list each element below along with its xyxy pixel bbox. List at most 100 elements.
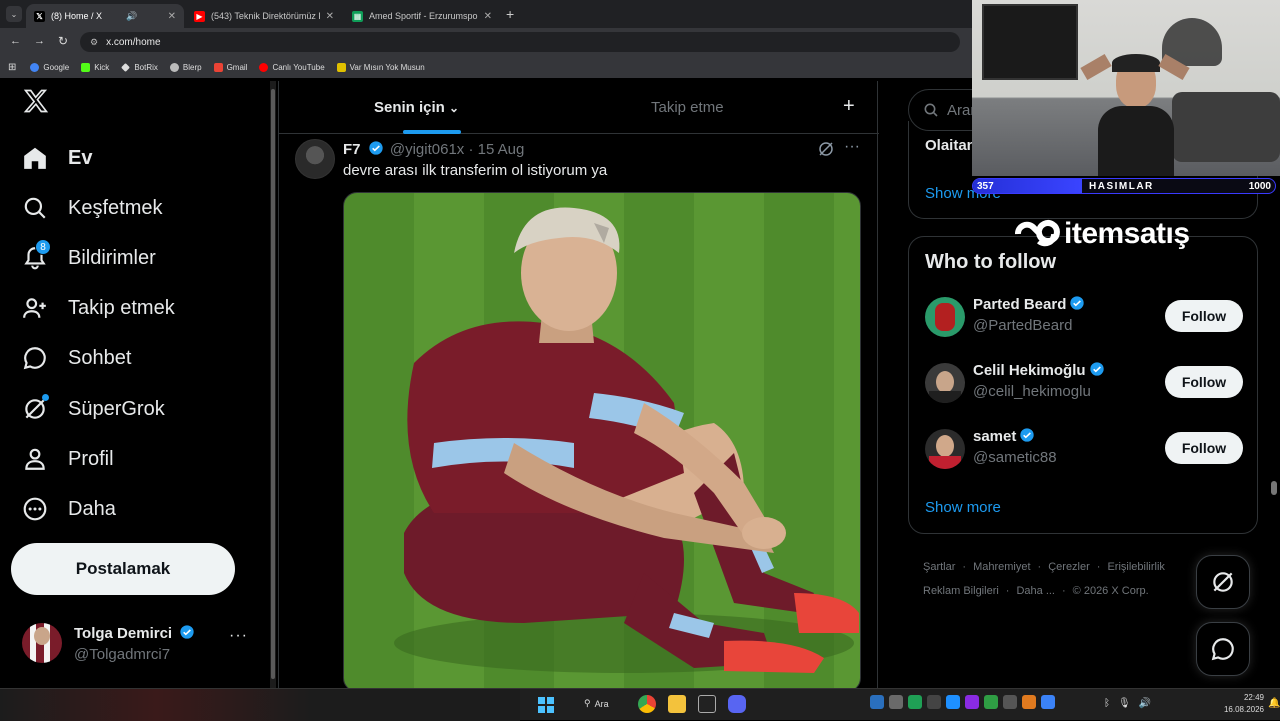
sidebar: Ev Keşfetmek 8 Bildirimler Takip etmek S… xyxy=(0,81,268,688)
youtube-icon: ▶ xyxy=(194,10,205,22)
botrix-icon xyxy=(121,62,131,72)
bookmark-blerp[interactable]: Blerp xyxy=(169,62,202,72)
suggestion-name: Celil Hekimoğlu xyxy=(973,362,1086,379)
page-scrollbar[interactable] xyxy=(1271,481,1277,495)
bookmark-var-misin[interactable]: Var Mısın Yok Musun xyxy=(336,62,425,72)
more-horizontal-icon[interactable]: ··· xyxy=(229,627,248,645)
sidebar-item-home[interactable]: Ev xyxy=(22,143,92,173)
sidebar-item-explore[interactable]: Keşfetmek xyxy=(22,193,162,223)
notification-bell-icon[interactable]: 🔔 xyxy=(1268,698,1280,709)
footer-link[interactable]: Daha ... xyxy=(1016,585,1055,597)
address-bar[interactable]: ⚙ x.com/home xyxy=(80,32,960,52)
footer-link[interactable]: Şartlar xyxy=(923,561,955,573)
tweet-date[interactable]: · 15 Aug xyxy=(468,141,524,158)
close-tab-icon[interactable]: ✕ xyxy=(478,11,492,22)
sidebar-item-chat[interactable]: Sohbet xyxy=(22,343,131,373)
file-explorer-icon[interactable] xyxy=(668,695,686,713)
reload-icon[interactable]: ↻ xyxy=(58,34,68,48)
close-tab-icon[interactable]: ✕ xyxy=(162,11,176,22)
clock-date[interactable]: 16.08.2026 xyxy=(1208,704,1264,716)
app-icon[interactable] xyxy=(698,695,716,713)
goal-target: 1000 xyxy=(1248,181,1271,192)
suggestion-name: Parted Beard xyxy=(973,296,1067,313)
browser-tab-x-home[interactable]: 𝕏 (8) Home / X 🔊 ✕ xyxy=(26,4,184,28)
chat-bubble-icon xyxy=(1211,638,1234,661)
apps-grid-icon[interactable]: ⊞ xyxy=(8,62,16,73)
footer-link[interactable]: Reklam Bilgileri xyxy=(923,585,999,597)
bookmark-canli-youtube[interactable]: Canlı YouTube xyxy=(259,62,325,72)
sidebar-item-label: Daha xyxy=(68,497,116,520)
tv-screen xyxy=(982,4,1078,80)
follow-button[interactable]: Follow xyxy=(1165,366,1243,398)
bookmark-gmail[interactable]: Gmail xyxy=(213,62,247,72)
goal-bar: 357 HASIMLAR 1000 xyxy=(972,178,1276,194)
footer-link[interactable]: Çerezler xyxy=(1048,561,1090,573)
tweet-avatar[interactable] xyxy=(295,139,335,179)
grok-fab[interactable] xyxy=(1196,555,1250,609)
footer-link[interactable]: Mahremiyet xyxy=(973,561,1030,573)
football-player-illustration xyxy=(394,207,859,673)
bookmark-kick[interactable]: Kick xyxy=(81,62,109,72)
tweet-author-name[interactable]: F7 xyxy=(343,141,361,158)
bookmark-google[interactable]: Google xyxy=(30,62,69,72)
follow-button[interactable]: Follow xyxy=(1165,300,1243,332)
grok-explain-icon[interactable] xyxy=(817,140,835,163)
footer-link[interactable]: Erişilebilirlik xyxy=(1107,561,1164,573)
sidebar-item-label: Profil xyxy=(68,447,114,470)
account-switcher[interactable]: Tolga Demirci @Tolgadmrci7 ··· xyxy=(22,621,258,665)
taskbar-search[interactable]: ⚲ Ara xyxy=(584,698,609,709)
verified-badge-icon xyxy=(1089,362,1104,376)
browser-tab-youtube[interactable]: ▶ (543) Teknik Direktörümüz Fatih ✕ xyxy=(186,4,342,28)
new-tab-icon[interactable]: + xyxy=(506,6,514,22)
system-tray[interactable]: ᛒ 🎙 🔊 xyxy=(1104,698,1151,709)
sidebar-item-label: Ev xyxy=(68,146,93,169)
add-feed-icon[interactable]: + xyxy=(843,95,855,118)
follow-suggestion[interactable]: Parted Beard @PartedBeard Follow xyxy=(909,295,1259,345)
show-more-link[interactable]: Show more xyxy=(925,499,1001,516)
windows-start-icon[interactable] xyxy=(538,697,554,713)
avatar xyxy=(925,429,965,469)
x-logo-icon[interactable] xyxy=(22,87,50,120)
sidebar-item-grok[interactable]: SüperGrok xyxy=(22,394,165,424)
sidebar-item-label: Takip etmek xyxy=(68,296,175,319)
search-icon: ⚲ xyxy=(584,698,591,708)
forward-icon[interactable]: → xyxy=(34,35,45,47)
streamer xyxy=(1080,50,1190,176)
sidebar-item-label: SüperGrok xyxy=(68,397,165,420)
suggestion-handle: @sametic88 xyxy=(973,449,1057,466)
tweet-author-handle[interactable]: @yigit061x xyxy=(390,141,464,158)
new-dot-badge xyxy=(42,394,49,401)
back-icon[interactable]: ← xyxy=(10,35,21,47)
tweet-media-image[interactable] xyxy=(343,192,861,688)
sidebar-item-more[interactable]: Daha xyxy=(22,494,116,524)
tab-following[interactable]: Takip etme xyxy=(651,99,724,116)
follow-button[interactable]: Follow xyxy=(1165,432,1243,464)
messages-fab[interactable] xyxy=(1196,622,1250,676)
trend-item[interactable]: Olaitan xyxy=(925,137,976,154)
tab-list-button[interactable]: ⌄ xyxy=(6,6,22,22)
copyright: © 2026 X Corp. xyxy=(1072,585,1149,597)
more-horizontal-icon[interactable]: ··· xyxy=(844,138,860,156)
speaker-icon[interactable]: 🔊 xyxy=(126,11,137,22)
sidebar-item-notifications[interactable]: 8 Bildirimler xyxy=(22,239,156,273)
close-tab-icon[interactable]: ✕ xyxy=(320,11,334,22)
sidebar-item-profile[interactable]: Profil xyxy=(22,444,114,474)
follow-suggestion[interactable]: Celil Hekimoğlu @celil_hekimoglu Follow xyxy=(909,361,1259,411)
sidebar-scrollbar[interactable] xyxy=(270,81,276,688)
verified-badge-icon xyxy=(1070,296,1085,310)
discord-icon[interactable] xyxy=(728,695,746,713)
account-handle: @Tolgadmrci7 xyxy=(74,646,171,663)
sidebar-item-follow[interactable]: Takip etmek xyxy=(22,293,175,323)
windows-taskbar: ⚲ Ara ᛒ 🎙 🔊 22:49 16.08.2026 🔔 xyxy=(0,688,1280,721)
site-info-icon[interactable]: ⚙ xyxy=(90,37,98,48)
sidebar-item-label: Bildirimler xyxy=(68,246,156,269)
tab-for-you[interactable]: Senin için ⌄ xyxy=(374,99,459,116)
clock-time[interactable]: 22:49 xyxy=(1208,692,1264,704)
bookmark-botrix[interactable]: BotRix xyxy=(121,63,158,72)
chrome-icon[interactable] xyxy=(638,695,656,713)
blerp-icon xyxy=(169,62,179,72)
browser-tab-amed[interactable]: ▦ Amed Sportif - Erzurumspor FK ✕ xyxy=(344,4,500,28)
follow-suggestion[interactable]: samet @sametic88 Follow xyxy=(909,427,1259,477)
post-button[interactable]: Postalamak xyxy=(11,543,235,595)
tab-title: Amed Sportif - Erzurumspor FK xyxy=(369,11,478,21)
